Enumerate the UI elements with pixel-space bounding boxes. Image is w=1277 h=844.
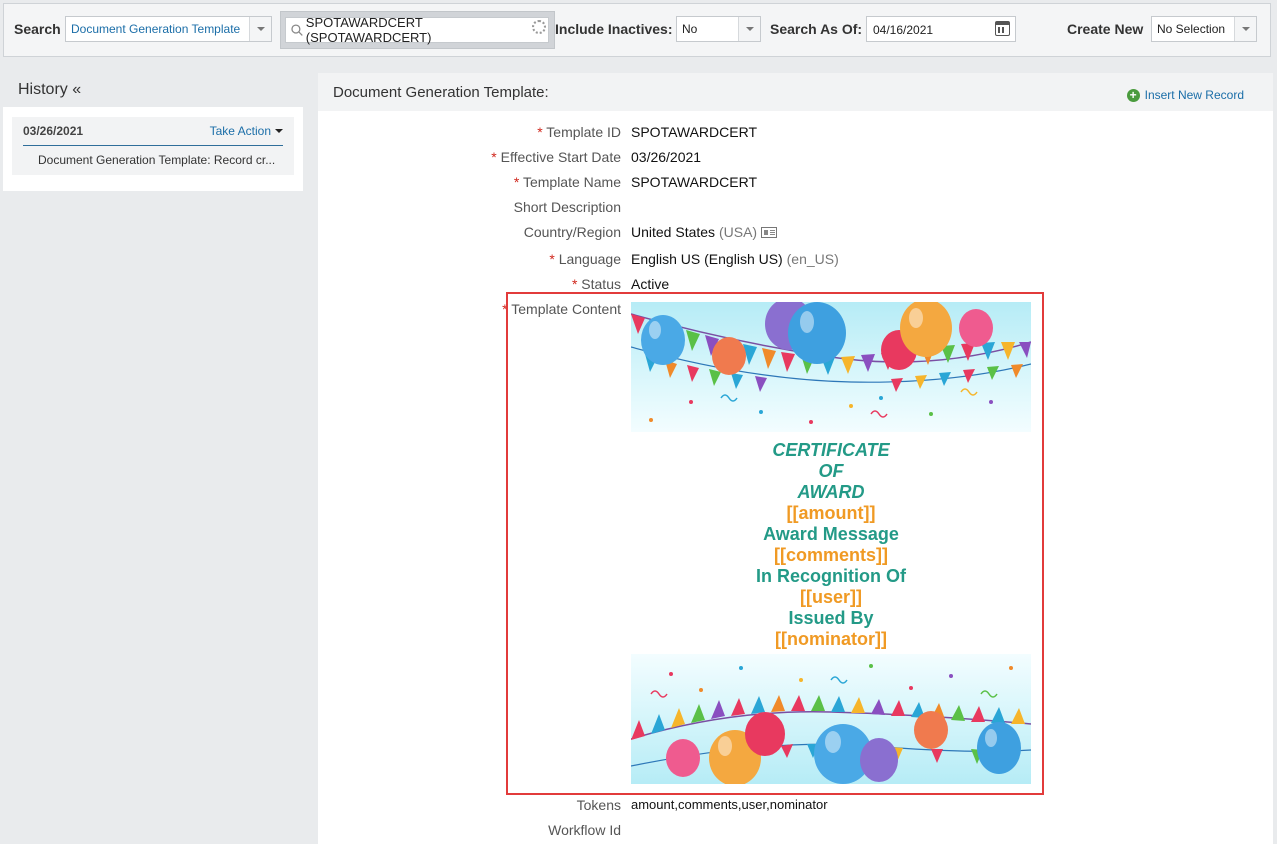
history-entry[interactable]: 03/26/2021 Take Action Document Generati… [12,117,294,175]
chevron-down-icon[interactable] [738,17,760,41]
caret-down-icon [275,129,283,133]
field-short-description: Short Description [318,199,1273,219]
history-panel: History « 03/26/2021 Take Action Documen… [3,73,303,191]
id-card-icon[interactable] [761,227,778,238]
field-label: * Language [549,251,621,267]
record-search-value: SPOTAWARDCERT (SPOTAWARDCERT) [305,15,432,45]
certificate-title-line3: AWARD [797,482,865,502]
record-search-wrapper: SPOTAWARDCERT (SPOTAWARDCERT) [280,11,555,49]
search-toolbar: Search Document Generation Template SPOT… [3,3,1271,57]
search-as-of-label: Search As Of: [770,21,863,37]
create-new-label: Create New [1067,21,1144,37]
field-template-id: * Template ID SPOTAWARDCERT [318,124,1273,144]
field-value: amount,comments,user,nominator [631,797,828,812]
history-title[interactable]: History « [3,73,303,107]
recognition-label: In Recognition Of [756,566,906,586]
insert-new-record-label: Insert New Record [1144,88,1244,102]
award-message-label: Award Message [763,524,899,544]
chevron-down-icon[interactable] [249,17,271,41]
history-body: 03/26/2021 Take Action Document Generati… [3,107,303,191]
search-label: Search [14,21,61,37]
search-type-select[interactable]: Document Generation Template [65,16,272,42]
field-label: * Status [571,276,621,292]
add-icon: + [1126,88,1140,102]
certificate-title-line2: OF [818,461,844,481]
field-value: 03/26/2021 [631,149,702,165]
field-value: United States (USA) [631,224,778,240]
history-entry-header: 03/26/2021 Take Action [23,117,283,146]
include-inactives-select[interactable]: No [676,16,761,42]
issued-by-label: Issued By [788,608,874,628]
field-effective-start-date: * Effective Start Date 03/26/2021 [318,149,1273,169]
celebration-banner-bottom [631,654,1031,784]
include-inactives-value: No [682,22,698,36]
include-inactives-label: Include Inactives: [555,21,673,37]
field-label: * Template Name [513,174,621,190]
field-label: Tokens [576,797,621,813]
create-new-select[interactable]: No Selection [1151,16,1257,42]
field-value: SPOTAWARDCERT [631,174,758,190]
token-amount: [[amount]] [786,503,876,523]
field-label: * Template ID [537,124,621,140]
insert-new-record-link[interactable]: + Insert New Record [1126,88,1244,102]
search-as-of-value: 04/16/2021 [873,23,934,37]
record-search-input[interactable]: SPOTAWARDCERT (SPOTAWARDCERT) [285,15,549,45]
history-entry-date: 03/26/2021 [23,124,84,138]
celebration-banner-top [631,302,1031,432]
calendar-icon[interactable] [995,21,1010,36]
search-type-value: Document Generation Template [71,22,241,36]
loading-spinner-icon [532,20,546,34]
token-user: [[user]] [800,587,862,607]
search-icon [291,24,303,36]
field-label: * Effective Start Date [491,149,621,165]
field-value: SPOTAWARDCERT [631,124,758,140]
history-entry-description[interactable]: Document Generation Template: Record cr.… [23,146,283,167]
field-value: Active [631,276,670,292]
record-detail-panel: Document Generation Template: + Insert N… [318,73,1273,844]
field-label: Short Description [513,199,621,215]
field-tokens: Tokens amount,comments,user,nominator [318,797,1273,817]
token-comments: [[comments]] [773,545,888,565]
take-action-button[interactable]: Take Action [210,124,283,138]
field-country-region: Country/Region United States (USA) [318,224,1273,244]
field-value: English US (English US) (en_US) [631,251,839,267]
field-workflow-id: Workflow Id [318,822,1273,842]
template-content-preview: CERTIFICATE OF AWARD [[amount]] Award Me… [631,302,1031,784]
balloons-bunting-image [631,302,1031,424]
certificate-text: CERTIFICATE OF AWARD [[amount]] Award Me… [631,440,1031,650]
certificate-title-line1: CERTIFICATE [772,440,890,460]
token-nominator: [[nominator]] [775,629,887,649]
field-language: * Language English US (English US) (en_U… [318,251,1273,271]
field-label: Country/Region [523,224,621,240]
create-new-value: No Selection [1157,22,1226,36]
field-template-name: * Template Name SPOTAWARDCERT [318,174,1273,194]
balloons-bunting-image [631,664,1031,784]
chevron-down-icon[interactable] [1234,17,1256,41]
search-as-of-date-input[interactable]: 04/16/2021 [866,16,1016,42]
take-action-label: Take Action [209,124,271,138]
field-label: Workflow Id [548,822,621,838]
